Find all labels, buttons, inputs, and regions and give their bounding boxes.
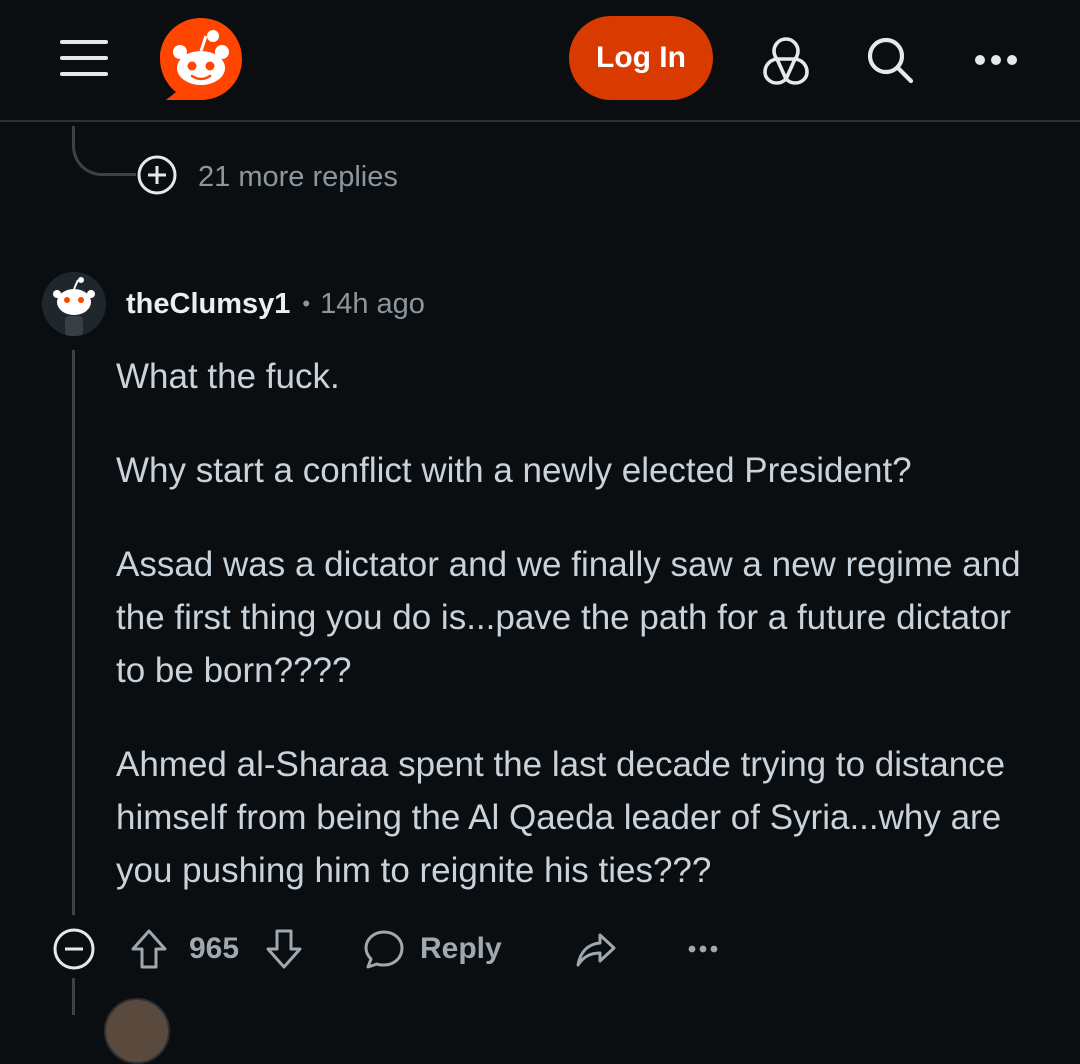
reply-label[interactable]: Reply — [420, 932, 502, 966]
upvote-arrow-icon[interactable] — [128, 927, 170, 971]
downvote-button[interactable] — [263, 926, 305, 972]
comment-more-button[interactable] — [688, 926, 718, 972]
comment-paragraph: What the fuck. — [116, 357, 340, 396]
hamburger-menu-icon[interactable] — [60, 40, 108, 76]
thread-connector — [72, 126, 136, 176]
comment-paragraph: Assad was a dictator and we finally saw … — [116, 545, 1021, 690]
username[interactable]: theClumsy1 — [126, 288, 290, 321]
login-button[interactable]: Log In — [569, 16, 713, 100]
downvote-arrow-icon[interactable] — [263, 927, 305, 971]
more-replies-link[interactable]: 21 more replies — [136, 154, 398, 201]
reddit-logo-icon[interactable] — [158, 16, 244, 102]
reply-button[interactable]: Reply — [362, 926, 502, 972]
vote-score: 965 — [189, 932, 240, 965]
reply-bubble-icon[interactable] — [362, 927, 406, 971]
search-icon[interactable] — [860, 30, 920, 90]
upvote-button[interactable] — [128, 926, 170, 972]
more-options-icon[interactable] — [688, 944, 718, 954]
more-options-icon[interactable] — [966, 30, 1026, 90]
comment-meta: theClumsy1 • 14h ago — [126, 282, 425, 326]
reply-thread-line[interactable] — [72, 978, 75, 1015]
comment-body: What the fuck. Why start a conflict with… — [116, 350, 1036, 938]
communities-icon[interactable] — [756, 30, 816, 90]
share-button[interactable] — [574, 926, 618, 972]
collapse-button[interactable] — [52, 926, 96, 972]
more-replies-label[interactable]: 21 more replies — [198, 161, 398, 194]
meta-separator: • — [302, 291, 311, 316]
share-arrow-icon[interactable] — [574, 927, 618, 971]
next-reply-avatar[interactable] — [104, 998, 170, 1064]
avatar[interactable] — [42, 272, 106, 336]
comment-actions: 965 Reply — [52, 926, 752, 972]
comment-paragraph: Ahmed al-Sharaa spent the last decade tr… — [116, 745, 1006, 890]
top-bar: Log In — [0, 0, 1080, 122]
comment-thread-line[interactable] — [72, 350, 75, 915]
plus-circle-icon[interactable] — [136, 154, 178, 201]
comment-paragraph: Why start a conflict with a newly electe… — [116, 451, 912, 490]
minus-circle-icon[interactable] — [52, 927, 96, 971]
timestamp: 14h ago — [320, 287, 425, 320]
